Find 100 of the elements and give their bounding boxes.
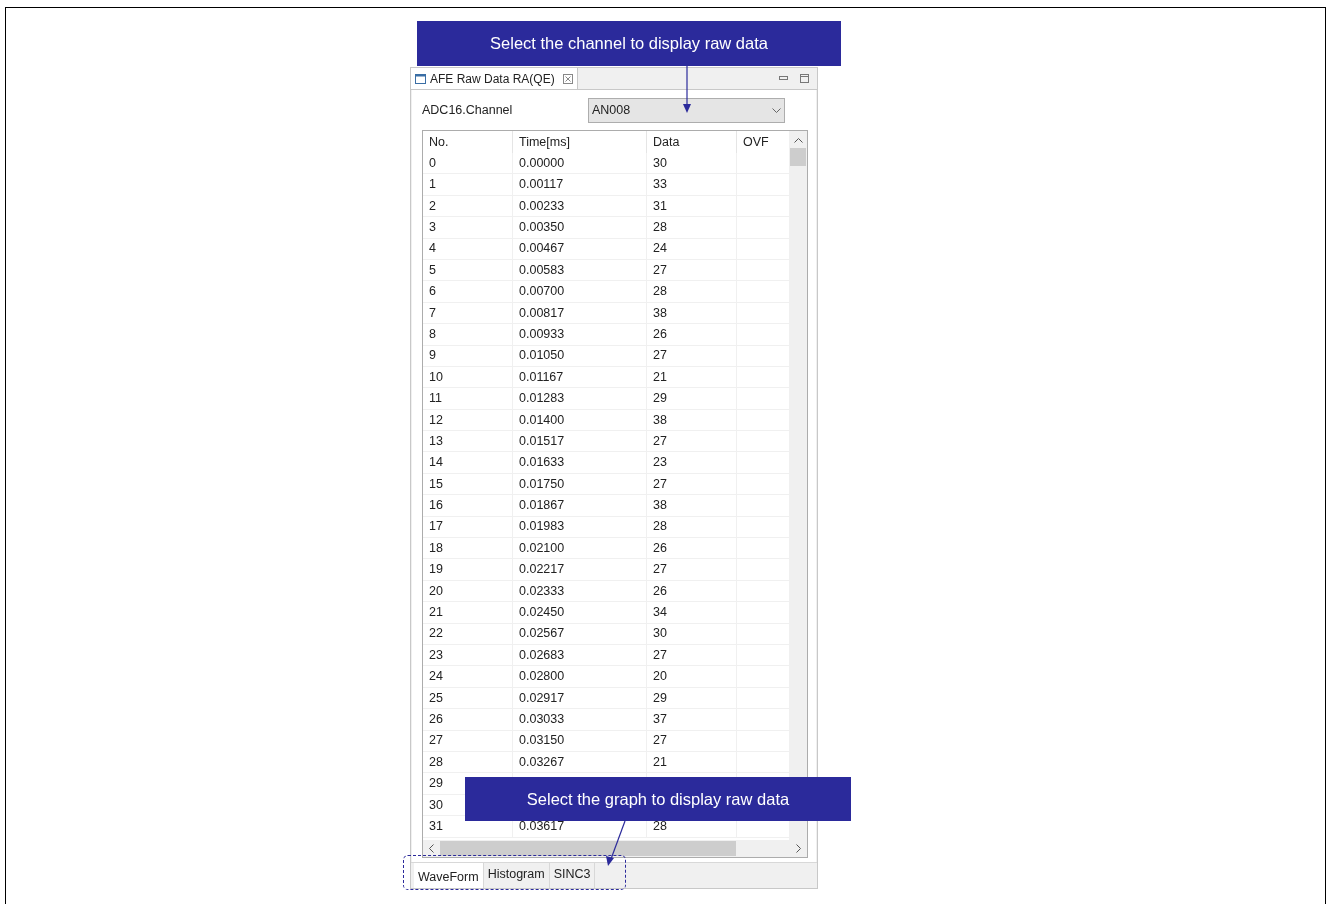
table-cell-text: 0 <box>429 154 436 172</box>
table-cell-text: 30 <box>429 796 443 814</box>
table-cell-text: 0.00233 <box>519 197 565 215</box>
table-cell-text: 0.02100 <box>519 539 565 557</box>
table-cell-text: 30 <box>653 154 667 172</box>
chevron-up-icon[interactable] <box>793 138 803 143</box>
table-cell-text: 34 <box>653 604 667 621</box>
table-cell-text: 0.01517 <box>519 432 565 450</box>
table-cell-text: 27 <box>653 475 667 493</box>
table-cell-text: 0.01167 <box>519 368 564 386</box>
table-cell-text: 0.01050 <box>519 347 565 365</box>
table-cell-text: 0.00467 <box>519 240 565 258</box>
table-cell-text: 12 <box>429 411 443 429</box>
table-cell-text: 22 <box>429 625 443 643</box>
table-cell-text: 13 <box>429 432 443 450</box>
table-cell-text: 24 <box>653 240 667 258</box>
table-cell-text: 0.00700 <box>519 283 565 301</box>
table-cell-text: 26 <box>653 582 667 600</box>
table-cell-text: 28 <box>429 753 443 771</box>
table-cell-text: 0.02683 <box>519 646 565 664</box>
callout-box: Select the graph to display raw data <box>465 777 851 821</box>
table-cell-text: 21 <box>653 753 667 771</box>
channel-label: ADC16.Channel <box>422 101 514 119</box>
table-cell-text: 17 <box>429 518 443 536</box>
chevron-left-icon[interactable] <box>429 844 434 853</box>
table-cell-text: 38 <box>653 497 667 515</box>
table-cell-text: 27 <box>653 432 667 450</box>
table-cell-text: 31 <box>429 817 443 835</box>
table-cell-text: 0.01633 <box>519 454 565 472</box>
table-cell-text: 29 <box>653 689 667 707</box>
table-cell-text: 0.00350 <box>519 219 565 236</box>
table-cell-text: 27 <box>653 261 667 279</box>
maximize-icon[interactable] <box>800 74 809 83</box>
table-cell-text: 0.00817 <box>519 304 565 322</box>
minimize-icon[interactable] <box>779 76 788 81</box>
table-cell-text: 14 <box>429 454 443 472</box>
scrollbar-thumb[interactable] <box>790 148 806 166</box>
table-cell-text: 0.01750 <box>519 475 565 493</box>
table-cell-text: 0.02333 <box>519 582 565 600</box>
table-cell-text: 0.02917 <box>519 689 565 707</box>
table-cell-text: 15 <box>429 475 443 493</box>
table-cell-text: 27 <box>653 732 667 750</box>
column-header[interactable]: Data <box>647 131 737 153</box>
window-icon <box>415 73 426 84</box>
table-cell-text: 38 <box>653 411 667 429</box>
table-cell-text: 26 <box>429 710 443 728</box>
view-tab[interactable]: AFE Raw Data RA(QE) <box>411 68 578 89</box>
table-cell-text: 37 <box>653 710 667 728</box>
view-title: AFE Raw Data RA(QE) <box>430 70 555 88</box>
column-header[interactable]: OVF <box>737 131 789 153</box>
table-cell-text: 0.00933 <box>519 325 565 343</box>
table-cell-text: 16 <box>429 497 443 515</box>
table-cell-text: 0.01983 <box>519 518 565 536</box>
channel-dropdown[interactable]: AN008 <box>588 97 785 123</box>
table-cell-text: 20 <box>429 582 443 600</box>
table-cell-text: 6 <box>429 283 436 301</box>
table-cell-text: 2 <box>429 197 436 215</box>
table-cell-text: 9 <box>429 347 436 365</box>
horizontal-scrollbar[interactable] <box>423 840 807 857</box>
table-cell-text: 21 <box>429 604 443 621</box>
column-header[interactable]: No. <box>423 131 513 153</box>
table-cell-text: 0.00583 <box>519 261 565 279</box>
graph-tab[interactable]: WaveForm <box>414 863 484 888</box>
table-cell-text: 0.03267 <box>519 753 565 771</box>
table-cell-text: 28 <box>653 283 667 301</box>
table-cell-text: 27 <box>653 347 667 365</box>
close-icon[interactable] <box>562 73 573 84</box>
table-cell-text: 0.02567 <box>519 625 565 643</box>
chevron-right-icon[interactable] <box>796 844 801 853</box>
table-cell-text: 10 <box>429 368 443 386</box>
table-cell-text: 0.01867 <box>519 497 565 515</box>
table-cell-text: 5 <box>429 261 436 279</box>
callout-box: Select the channel to display raw data <box>417 21 841 66</box>
table-cell-text: 0.02800 <box>519 668 565 686</box>
table-cell-text: 27 <box>429 732 443 750</box>
table-cell-text: 24 <box>429 668 443 686</box>
table-cell-text: 23 <box>429 646 443 664</box>
table-cell-text: 21 <box>653 368 667 386</box>
table-cell-text: 20 <box>653 668 667 686</box>
table-cell-text: 3 <box>429 219 436 236</box>
table-cell-text: 30 <box>653 625 667 643</box>
table-cell-text: 0.02217 <box>519 561 565 579</box>
vertical-scrollbar[interactable] <box>789 131 807 840</box>
table-cell-text: 19 <box>429 561 443 579</box>
table-cell-text: 0.00117 <box>519 176 564 194</box>
table-cell-text: 7 <box>429 304 436 322</box>
table-cell-text: 11 <box>429 390 442 408</box>
table-cell-text: 31 <box>653 197 667 215</box>
table-cell-text: 0.01400 <box>519 411 565 429</box>
table-cell-text: 0.01283 <box>519 390 565 408</box>
table-cell-text: 0.03150 <box>519 732 565 750</box>
column-header[interactable]: Time[ms] <box>513 131 647 153</box>
table-cell-text: 0.00000 <box>519 154 565 172</box>
chevron-down-icon <box>772 107 781 113</box>
table-cell-text: 29 <box>653 390 667 408</box>
scrollbar-thumb[interactable] <box>440 841 736 856</box>
table-cell-text: 0.02450 <box>519 604 565 621</box>
table-cell-text: 28 <box>653 219 667 236</box>
table-cell-text: 1 <box>429 176 436 194</box>
table-cell-text: 33 <box>653 176 667 194</box>
